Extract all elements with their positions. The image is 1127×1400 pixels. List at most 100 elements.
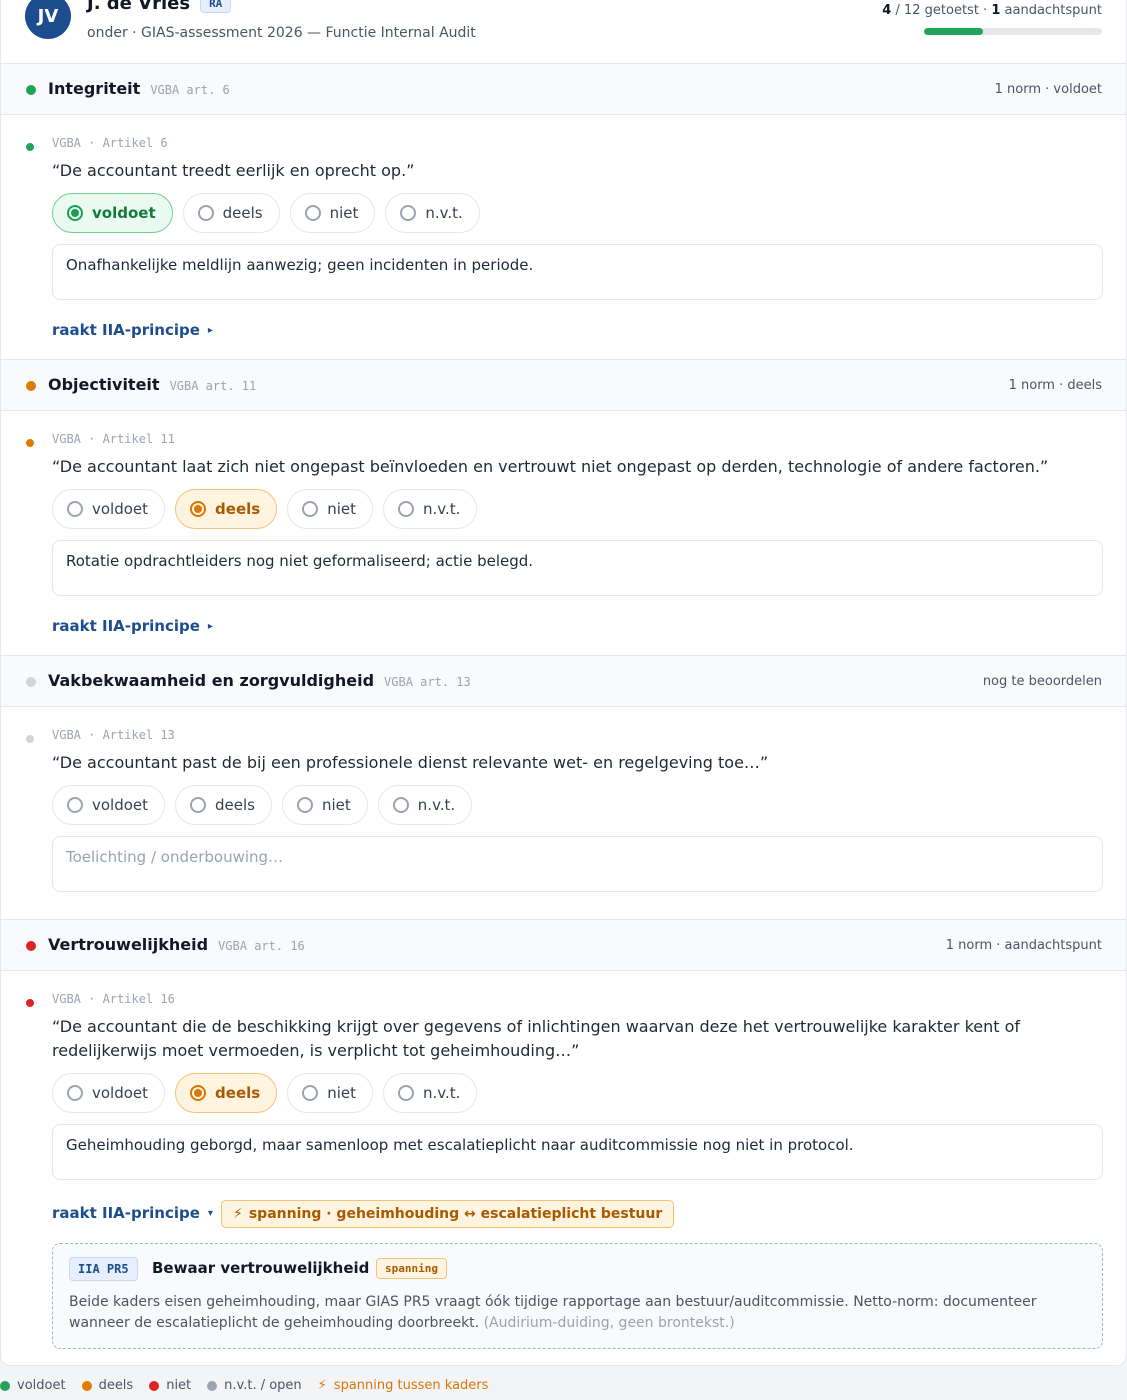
option-nvt[interactable]: n.v.t. [385, 193, 480, 233]
legend-nvt: n.v.t. / open [207, 1378, 302, 1393]
principle-tag: spanning [376, 1258, 447, 1279]
note-field[interactable]: Rotatie opdrachtleiders nog niet geforma… [52, 540, 1103, 596]
section-header-objectiviteit[interactable]: Objectiviteit VGBA art. 11 1 norm · deel… [1, 359, 1126, 411]
option-niet[interactable]: niet [282, 785, 368, 825]
assessment-subtitle: onder · GIAS-assessment 2026 — Functie I… [87, 25, 476, 41]
principle-panel: IIA PR5 Bewaar vertrouwelijkheid spannin… [52, 1243, 1103, 1349]
principle-toggle[interactable]: raakt IIA-principe ▾ [52, 1204, 213, 1222]
section-title-row: Vakbekwaamheid en zorgvuldigheid VGBA ar… [48, 671, 471, 690]
note-field[interactable]: Geheimhouding geborgd, maar samenloop me… [52, 1124, 1103, 1180]
norm-quote: “De accountant laat zich niet ongepast b… [52, 457, 1049, 476]
section-title-row: Integriteit VGBA art. 6 [48, 79, 230, 98]
legend-spanning: ⚡ spanning tussen kaders [317, 1378, 489, 1393]
section-header-vertrouwelijkheid[interactable]: Vertrouwelijkheid VGBA art. 16 1 norm · … [1, 919, 1126, 971]
status-dot [26, 439, 34, 447]
status-dot [207, 1380, 218, 1391]
norm-quote: “De accountant die de beschikking krijgt… [52, 1017, 1021, 1060]
radio-icon [397, 1085, 414, 1101]
radio-icon [190, 501, 207, 517]
radio-icon [302, 1085, 319, 1101]
lightning-icon: ⚡ [233, 1206, 243, 1222]
norm-reference: VGBA · Artikel 16 [52, 992, 175, 1006]
radio-icon [67, 1085, 83, 1101]
status-dot [26, 381, 36, 391]
rating-options: voldoet deels niet n.v.t. [52, 785, 473, 825]
section-title-row: Vertrouwelijkheid VGBA art. 16 [48, 935, 305, 954]
status-dot [26, 85, 36, 95]
assessment-card: JV J. de Vries RA onder · GIAS-assessmen… [0, 0, 1127, 1366]
rating-options: voldoet deels niet n.v.t. [52, 1073, 478, 1113]
radio-icon [400, 205, 417, 221]
radio-icon [297, 797, 313, 813]
rating-options: voldoet deels niet n.v.t. [52, 489, 478, 529]
principle-toggle[interactable]: raakt IIA-principe ▸ [52, 617, 213, 635]
section-title-row: Objectiviteit VGBA art. 11 [48, 375, 257, 394]
option-niet[interactable]: niet [287, 489, 373, 529]
legend-deels: deels [81, 1378, 133, 1393]
norm-quote: “De accountant past de bij een professio… [52, 753, 769, 772]
principle-code: IIA PR5 [69, 1257, 138, 1281]
section-status: 1 norm · deels [1008, 378, 1102, 393]
avatar: JV [25, 0, 71, 39]
progress-fill [924, 28, 983, 35]
principle-toggle[interactable]: raakt IIA-principe ▸ [52, 321, 213, 339]
triangle-down-icon: ▾ [207, 1207, 213, 1219]
option-voldoet[interactable]: voldoet [52, 193, 173, 233]
status-dot [26, 941, 36, 951]
note-field[interactable]: Onafhankelijke meldlijn aanwezig; geen i… [52, 244, 1103, 300]
status-dot [26, 143, 34, 151]
option-deels[interactable]: deels [175, 489, 278, 529]
legend-voldoet: voldoet [0, 1378, 66, 1393]
norm-quote: “De accountant treedt eerlijk en oprecht… [52, 161, 415, 180]
option-niet[interactable]: niet [289, 193, 376, 233]
radio-icon [392, 797, 409, 813]
person-header: JV J. de Vries RA onder · GIAS-assessmen… [1, 0, 1126, 64]
radio-icon [397, 501, 414, 517]
section-status: nog te beoordelen [982, 674, 1102, 689]
section-header-integriteit[interactable]: Integriteit VGBA art. 6 1 norm · voldoet [1, 63, 1126, 115]
radio-icon [302, 501, 319, 517]
person-name: J. de Vries [87, 0, 191, 14]
triangle-right-icon: ▸ [207, 620, 213, 632]
progress-summary: 4 / 12 getoetst · 1 aandachtspunt [882, 3, 1102, 18]
section-status: 1 norm · aandachtspunt [945, 938, 1102, 953]
option-deels[interactable]: deels [182, 193, 280, 233]
option-deels[interactable]: deels [175, 785, 272, 825]
option-voldoet[interactable]: voldoet [52, 1073, 166, 1113]
status-dot [26, 677, 36, 687]
section-status: 1 norm · voldoet [994, 82, 1102, 97]
option-nvt[interactable]: n.v.t. [382, 489, 478, 529]
legend-niet: niet [149, 1378, 191, 1393]
radio-icon [190, 1085, 207, 1101]
status-dot [81, 1380, 92, 1391]
radio-icon [67, 501, 83, 517]
radio-icon [197, 205, 214, 221]
option-deels[interactable]: deels [175, 1073, 278, 1113]
progress-bar [924, 28, 1102, 35]
section-header-vakbekwaamheid[interactable]: Vakbekwaamheid en zorgvuldigheid VGBA ar… [1, 655, 1126, 707]
option-voldoet[interactable]: voldoet [52, 785, 166, 825]
role-badge: RA [200, 0, 232, 13]
principle-text: Beide kaders eisen geheimhouding, maar G… [69, 1294, 1037, 1331]
lightning-icon: ⚡ [317, 1378, 327, 1393]
norm-reference: VGBA · Artikel 13 [52, 728, 175, 742]
radio-icon [67, 205, 83, 221]
radio-icon [190, 797, 207, 813]
triangle-right-icon: ▸ [207, 324, 213, 336]
option-niet[interactable]: niet [287, 1073, 373, 1113]
person-name-row: J. de Vries RA [87, 0, 232, 14]
rating-options: voldoet deels niet n.v.t. [52, 193, 480, 233]
legend: voldoet deels niet n.v.t. / open ⚡ spanni… [0, 1378, 504, 1393]
option-nvt[interactable]: n.v.t. [377, 785, 473, 825]
note-field[interactable]: Toelichting / onderbouwing… [52, 836, 1103, 892]
radio-icon [67, 797, 83, 813]
norm-reference: VGBA · Artikel 11 [52, 432, 175, 446]
option-nvt[interactable]: n.v.t. [382, 1073, 478, 1113]
principle-title: Bewaar vertrouwelijkheid [152, 1259, 370, 1277]
status-dot [149, 1380, 160, 1391]
radio-icon [304, 205, 321, 221]
option-voldoet[interactable]: voldoet [52, 489, 166, 529]
tension-badge: ⚡ spanning · geheimhouding ↔ escalatiepl… [221, 1200, 675, 1228]
status-dot [0, 1380, 10, 1391]
status-dot [26, 999, 34, 1007]
